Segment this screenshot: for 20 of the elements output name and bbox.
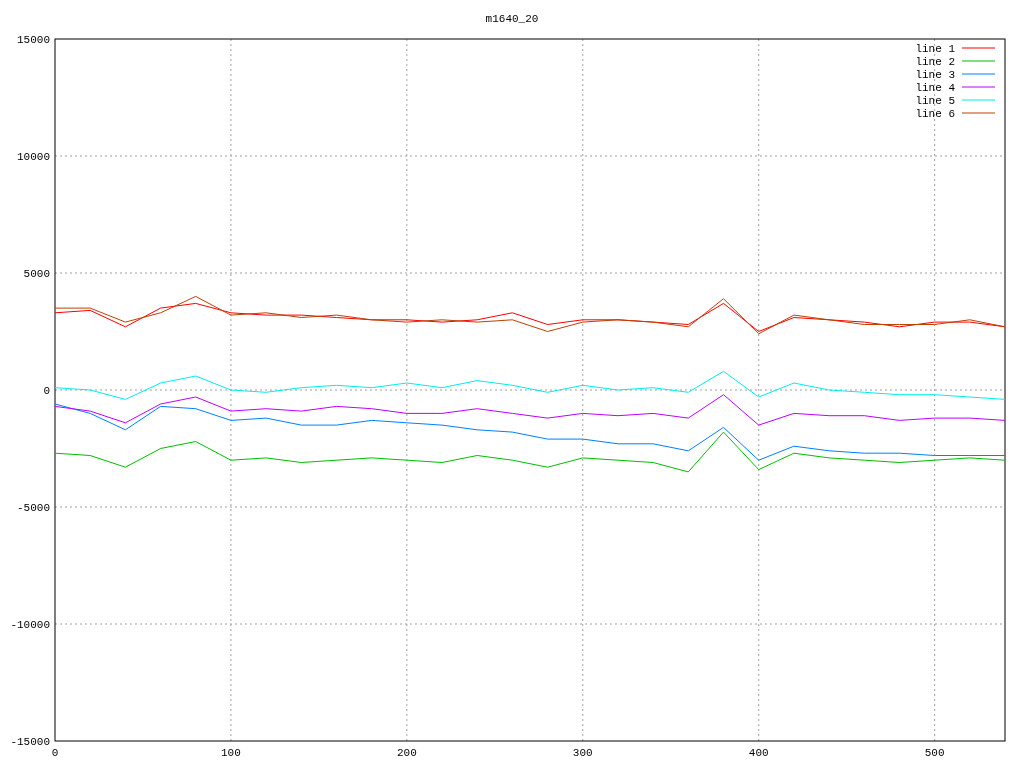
y-tick-label: 5000 xyxy=(23,268,50,280)
y-tick-label: 15000 xyxy=(17,34,50,46)
x-tick-label: 200 xyxy=(396,747,417,759)
y-tick-label: 10000 xyxy=(17,151,50,163)
y-tick-label: -15000 xyxy=(10,736,50,748)
legend-label: line 6 xyxy=(915,108,955,120)
y-tick-label: 0 xyxy=(43,385,50,397)
legend-label: line 4 xyxy=(915,82,955,94)
legend-label: line 2 xyxy=(915,56,955,68)
legend-label: line 1 xyxy=(915,43,955,55)
legend-label: line 5 xyxy=(915,95,955,107)
x-tick-label: 0 xyxy=(51,747,59,759)
x-tick-label: 100 xyxy=(221,747,241,759)
x-tick-label: 500 xyxy=(924,747,945,759)
legend-label: line 3 xyxy=(915,69,955,81)
y-tick-label: -5000 xyxy=(17,502,50,514)
x-tick-label: 300 xyxy=(572,747,593,759)
chart-title: m1640_20 xyxy=(485,13,539,25)
y-tick-label: -10000 xyxy=(10,619,50,631)
x-tick-label: 400 xyxy=(748,747,769,759)
